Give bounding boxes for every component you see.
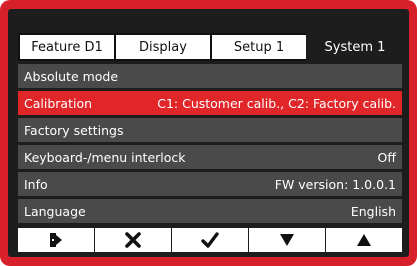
tab-feature-d1[interactable]: Feature D1	[18, 33, 114, 61]
menu-item-calibration[interactable]: Calibration C1: Customer calib., C2: Fac…	[18, 91, 402, 115]
menu-item-factory-settings[interactable]: Factory settings	[18, 118, 402, 142]
menu-item-keyboard-menu-interlock[interactable]: Keyboard-/menu interlock Off	[18, 145, 402, 169]
tab-setup-1[interactable]: Setup 1	[210, 33, 306, 61]
menu-item-value: Off	[377, 149, 396, 165]
display-screen: Feature D1 Display Setup 1 System 1 Abso…	[8, 9, 409, 257]
menu-item-label: Factory settings	[24, 122, 124, 138]
confirm-button[interactable]	[172, 228, 248, 252]
menu-item-absolute-mode[interactable]: Absolute mode	[18, 64, 402, 88]
arrow-down-icon	[280, 234, 294, 246]
menu-item-value: English	[350, 203, 396, 219]
menu-item-info[interactable]: Info FW version: 1.0.0.1	[18, 172, 402, 196]
tab-bar: Feature D1 Display Setup 1 System 1	[18, 33, 402, 61]
up-button[interactable]	[326, 228, 402, 252]
menu-item-label: Calibration	[24, 95, 93, 111]
tab-system-1[interactable]: System 1	[306, 33, 402, 61]
menu-item-value: C1: Customer calib., C2: Factory calib.	[157, 95, 396, 111]
exit-icon	[50, 233, 62, 247]
menu-item-label: Language	[24, 203, 86, 219]
menu-item-label: Absolute mode	[24, 68, 119, 84]
cancel-button[interactable]	[95, 228, 171, 252]
down-button[interactable]	[249, 228, 325, 252]
softkey-bar	[18, 228, 402, 252]
menu-item-value: FW version: 1.0.0.1	[274, 176, 396, 192]
exit-button[interactable]	[18, 228, 94, 252]
tab-display[interactable]: Display	[114, 33, 210, 61]
menu-list: Absolute mode Calibration C1: Customer c…	[18, 64, 402, 226]
menu-item-label: Keyboard-/menu interlock	[24, 149, 186, 165]
cancel-x-icon	[125, 232, 141, 248]
confirm-check-icon	[201, 232, 219, 248]
arrow-up-icon	[357, 234, 371, 246]
menu-item-language[interactable]: Language English	[18, 199, 402, 223]
menu-item-label: Info	[24, 176, 48, 192]
